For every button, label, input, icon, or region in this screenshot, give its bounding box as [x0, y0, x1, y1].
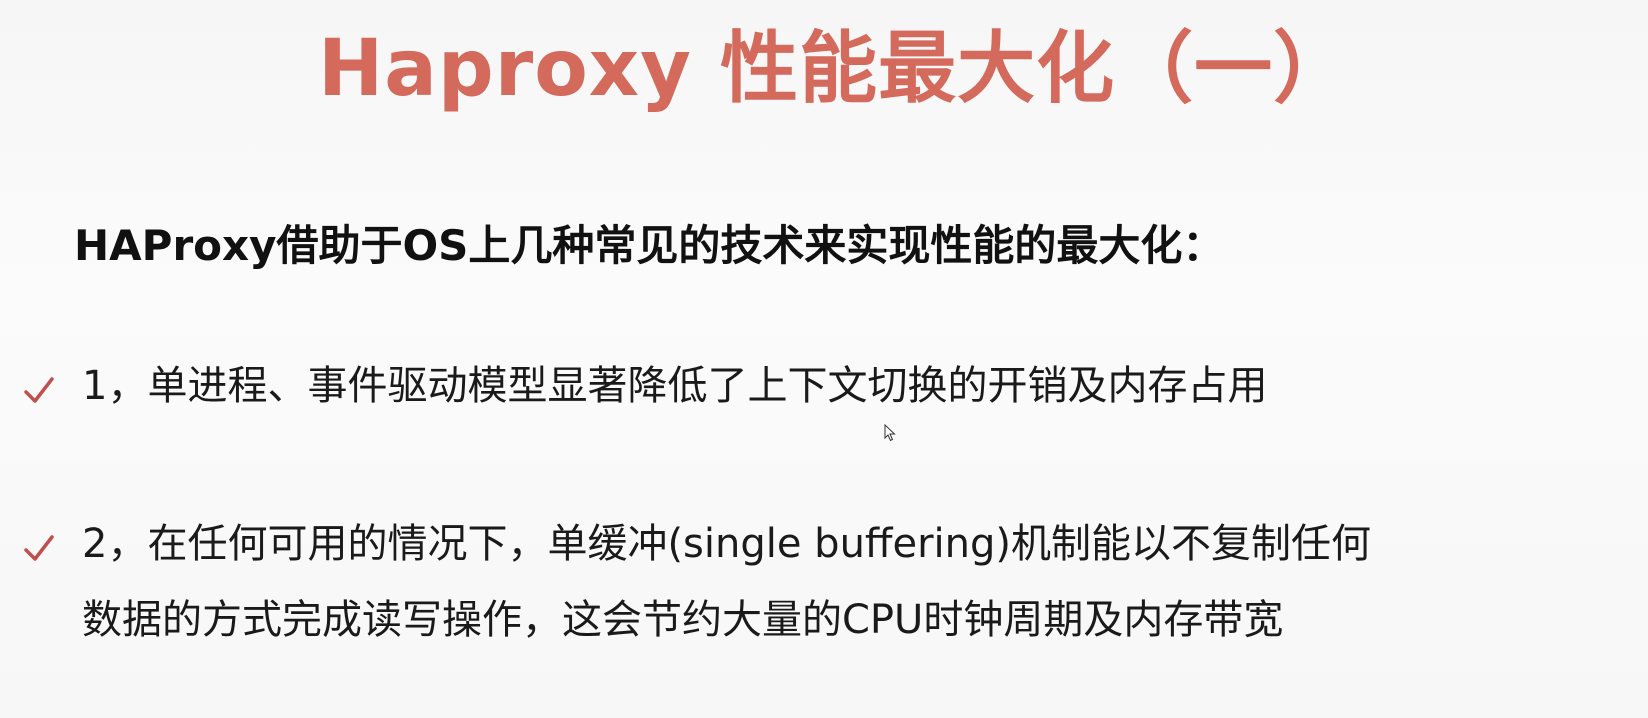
bullet-item-1: 1，单进程、事件驱动模型显著降低了上下文切换的开销及内存占用	[22, 362, 1542, 424]
slide-subtitle: HAProxy借助于OS上几种常见的技术来实现性能的最大化：	[74, 221, 1225, 270]
checkmark-icon	[24, 377, 54, 403]
slide: Haproxy 性能最大化（一） HAProxy借助于OS上几种常见的技术来实现…	[0, 0, 1648, 718]
bullet-item-2: 2，在任何可用的情况下，单缓冲(single buffering)机制能以不复制…	[22, 520, 1542, 658]
bullet-text-1: 1，单进程、事件驱动模型显著降低了上下文切换的开销及内存占用	[82, 348, 1542, 424]
bullet-text-2: 2，在任何可用的情况下，单缓冲(single buffering)机制能以不复制…	[82, 506, 1542, 658]
slide-title: Haproxy 性能最大化（一）	[318, 24, 1353, 114]
bullet-1-line-1: 1，单进程、事件驱动模型显著降低了上下文切换的开销及内存占用	[82, 363, 1268, 409]
bullet-2-line-2: 数据的方式完成读写操作，这会节约大量的CPU时钟周期及内存带宽	[82, 597, 1284, 643]
mouse-pointer-icon	[884, 424, 896, 442]
bullet-2-line-1: 2，在任何可用的情况下，单缓冲(single buffering)机制能以不复制…	[82, 521, 1372, 567]
checkmark-icon	[24, 535, 54, 561]
